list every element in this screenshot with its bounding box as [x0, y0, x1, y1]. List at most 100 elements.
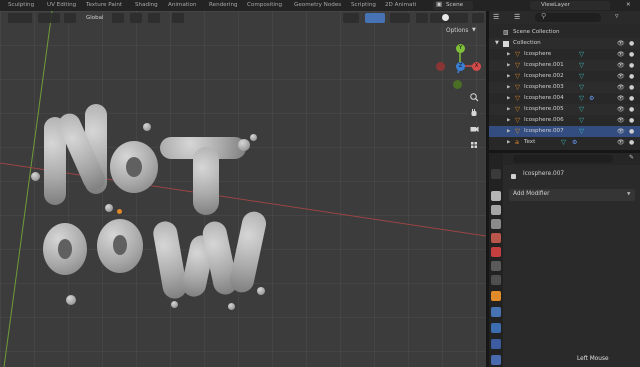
physics-tab-icon[interactable]: [491, 339, 501, 349]
camera-icon[interactable]: ●: [629, 93, 634, 104]
chevron-right-icon[interactable]: ▶: [507, 137, 510, 148]
outliner-item[interactable]: ▶ ▽ Icosphere.003 ▽ 👁 ●: [489, 82, 640, 93]
outliner-item[interactable]: ▶ ▽ Icosphere ▽ 👁 ●: [489, 49, 640, 60]
tab-shading[interactable]: Shading: [135, 1, 158, 10]
mesh-data-icon[interactable]: ▽: [579, 82, 584, 93]
mesh-data-icon[interactable]: ▽: [579, 60, 584, 71]
texture-tab-icon[interactable]: [491, 275, 501, 285]
eye-icon[interactable]: 👁: [617, 71, 625, 82]
display-mode-icon[interactable]: ☰: [514, 13, 520, 21]
properties-header: ☰ ✎: [489, 153, 640, 165]
eye-icon[interactable]: 👁: [617, 137, 625, 148]
chevron-down-icon[interactable]: ▼: [495, 38, 499, 49]
outliner-item[interactable]: ▶ ▽ Icosphere.001 ▽ 👁 ●: [489, 60, 640, 71]
search-icon: ⚲: [541, 12, 547, 20]
outliner-item-label: Icosphere.003: [524, 84, 564, 90]
object-name-field[interactable]: Icosphere.007: [523, 171, 564, 177]
close-icon[interactable]: ✕: [626, 1, 631, 10]
outliner-item-label: Icosphere.007: [524, 128, 564, 134]
add-modifier-button[interactable]: Add Modifier ▼: [509, 189, 635, 201]
eye-icon[interactable]: 👁: [617, 38, 625, 49]
mesh-object-icon: ▽: [515, 83, 520, 91]
modifier-icon[interactable]: ⚙: [572, 137, 577, 148]
output-tab-icon[interactable]: [491, 205, 501, 215]
eye-icon[interactable]: 👁: [617, 126, 625, 137]
mesh-data-icon[interactable]: ▽: [561, 137, 566, 148]
mesh-data-icon[interactable]: ▽: [579, 49, 584, 60]
tab-geometry-nodes[interactable]: Geometry Nodes: [294, 1, 341, 10]
outliner-item-label: Icosphere: [524, 51, 552, 57]
tab-animation[interactable]: Animation: [168, 1, 197, 10]
filter-icon[interactable]: ▿: [615, 12, 619, 20]
camera-icon[interactable]: ●: [629, 137, 634, 148]
outliner-row[interactable]: ▧ Scene Collection: [489, 27, 640, 38]
tab-texture-paint[interactable]: Texture Paint: [86, 1, 122, 10]
tab-compositing[interactable]: Compositing: [247, 1, 282, 10]
outliner-item[interactable]: ▶ ▽ Icosphere.007 ▽ 👁 ●: [489, 126, 640, 137]
tab-2d-animation[interactable]: 2D Animati: [385, 1, 416, 10]
object-tab-icon[interactable]: [491, 291, 501, 301]
mesh-object-icon: ▽: [515, 105, 520, 113]
camera-icon[interactable]: ●: [629, 38, 634, 49]
outliner-item[interactable]: ▶ ▽ Icosphere.002 ▽ 👁 ●: [489, 71, 640, 82]
outliner-header: ☰ ☰ ⚲ ▿: [489, 11, 640, 24]
outliner-item-label: Icosphere.002: [524, 73, 564, 79]
tab-scripting[interactable]: Scripting: [351, 1, 376, 10]
chevron-right-icon[interactable]: ▶: [507, 49, 510, 60]
checkbox-icon[interactable]: [503, 40, 509, 47]
eye-icon[interactable]: 👁: [617, 115, 625, 126]
3d-viewport[interactable]: Global Options ▼ Y X Z: [0, 11, 486, 367]
modifier-tab-icon[interactable]: [491, 307, 501, 317]
tab-rendering[interactable]: Rendering: [209, 1, 238, 10]
scene-objects[interactable]: [0, 11, 486, 367]
mesh-object-icon: ▽: [515, 61, 520, 69]
camera-icon[interactable]: ●: [629, 115, 634, 126]
outliner-item-label: Icosphere.004: [524, 95, 564, 101]
world-tab-icon[interactable]: [491, 247, 501, 257]
chevron-right-icon[interactable]: ▶: [507, 71, 510, 82]
chevron-right-icon[interactable]: ▶: [507, 93, 510, 104]
camera-icon[interactable]: ●: [629, 104, 634, 115]
camera-icon[interactable]: ●: [629, 82, 634, 93]
chevron-right-icon[interactable]: ▶: [507, 126, 510, 137]
camera-icon[interactable]: ●: [629, 49, 634, 60]
chevron-right-icon[interactable]: ▶: [507, 82, 510, 93]
eye-icon[interactable]: 👁: [617, 49, 625, 60]
particles-tab-icon[interactable]: [491, 323, 501, 333]
eye-icon[interactable]: 👁: [617, 60, 625, 71]
text-object-icon: a: [515, 138, 519, 146]
view-layer-tab-icon[interactable]: [491, 219, 501, 229]
outliner-row[interactable]: ▼ Collection 👁 ●: [489, 38, 640, 49]
camera-icon[interactable]: ●: [629, 126, 634, 137]
editor-type-icon[interactable]: ☰: [493, 13, 499, 21]
top-bar: Sculpting UV Editing Texture Paint Shadi…: [0, 0, 640, 11]
mesh-data-icon[interactable]: ▽: [579, 126, 584, 137]
eye-icon[interactable]: 👁: [617, 93, 625, 104]
mesh-data-icon[interactable]: ▽: [579, 104, 584, 115]
chevron-right-icon[interactable]: ▶: [507, 60, 510, 71]
scene-tab-icon[interactable]: [491, 233, 501, 243]
tab-uv-editing[interactable]: UV Editing: [47, 1, 76, 10]
mesh-data-icon[interactable]: ▽: [579, 115, 584, 126]
constraints-tab-icon[interactable]: [491, 355, 501, 365]
mesh-data-icon[interactable]: ▽: [579, 93, 584, 104]
tab-sculpting[interactable]: Sculpting: [8, 1, 34, 10]
outliner-item[interactable]: ▶ ▽ Icosphere.005 ▽ 👁 ●: [489, 104, 640, 115]
modifier-icon[interactable]: ⚙: [589, 93, 594, 104]
chevron-right-icon[interactable]: ▶: [507, 104, 510, 115]
outliner-item[interactable]: ▶ ▽ Icosphere.004 ▽ ⚙ 👁 ●: [489, 93, 640, 104]
properties-search-input[interactable]: [513, 155, 613, 163]
camera-icon[interactable]: ●: [629, 71, 634, 82]
pin-icon[interactable]: ✎: [629, 154, 634, 161]
render-tab-icon[interactable]: [491, 191, 501, 201]
camera-icon[interactable]: ●: [629, 60, 634, 71]
outliner-item[interactable]: ▶ a Text ▽ ⚙ 👁 ●: [489, 137, 640, 148]
collection-tab-icon[interactable]: [491, 261, 501, 271]
outliner-item-label: Icosphere.005: [524, 106, 564, 112]
eye-icon[interactable]: 👁: [617, 104, 625, 115]
tool-tab-icon[interactable]: [491, 169, 501, 179]
chevron-right-icon[interactable]: ▶: [507, 115, 510, 126]
mesh-data-icon[interactable]: ▽: [579, 71, 584, 82]
eye-icon[interactable]: 👁: [617, 82, 625, 93]
outliner-item[interactable]: ▶ ▽ Icosphere.006 ▽ 👁 ●: [489, 115, 640, 126]
